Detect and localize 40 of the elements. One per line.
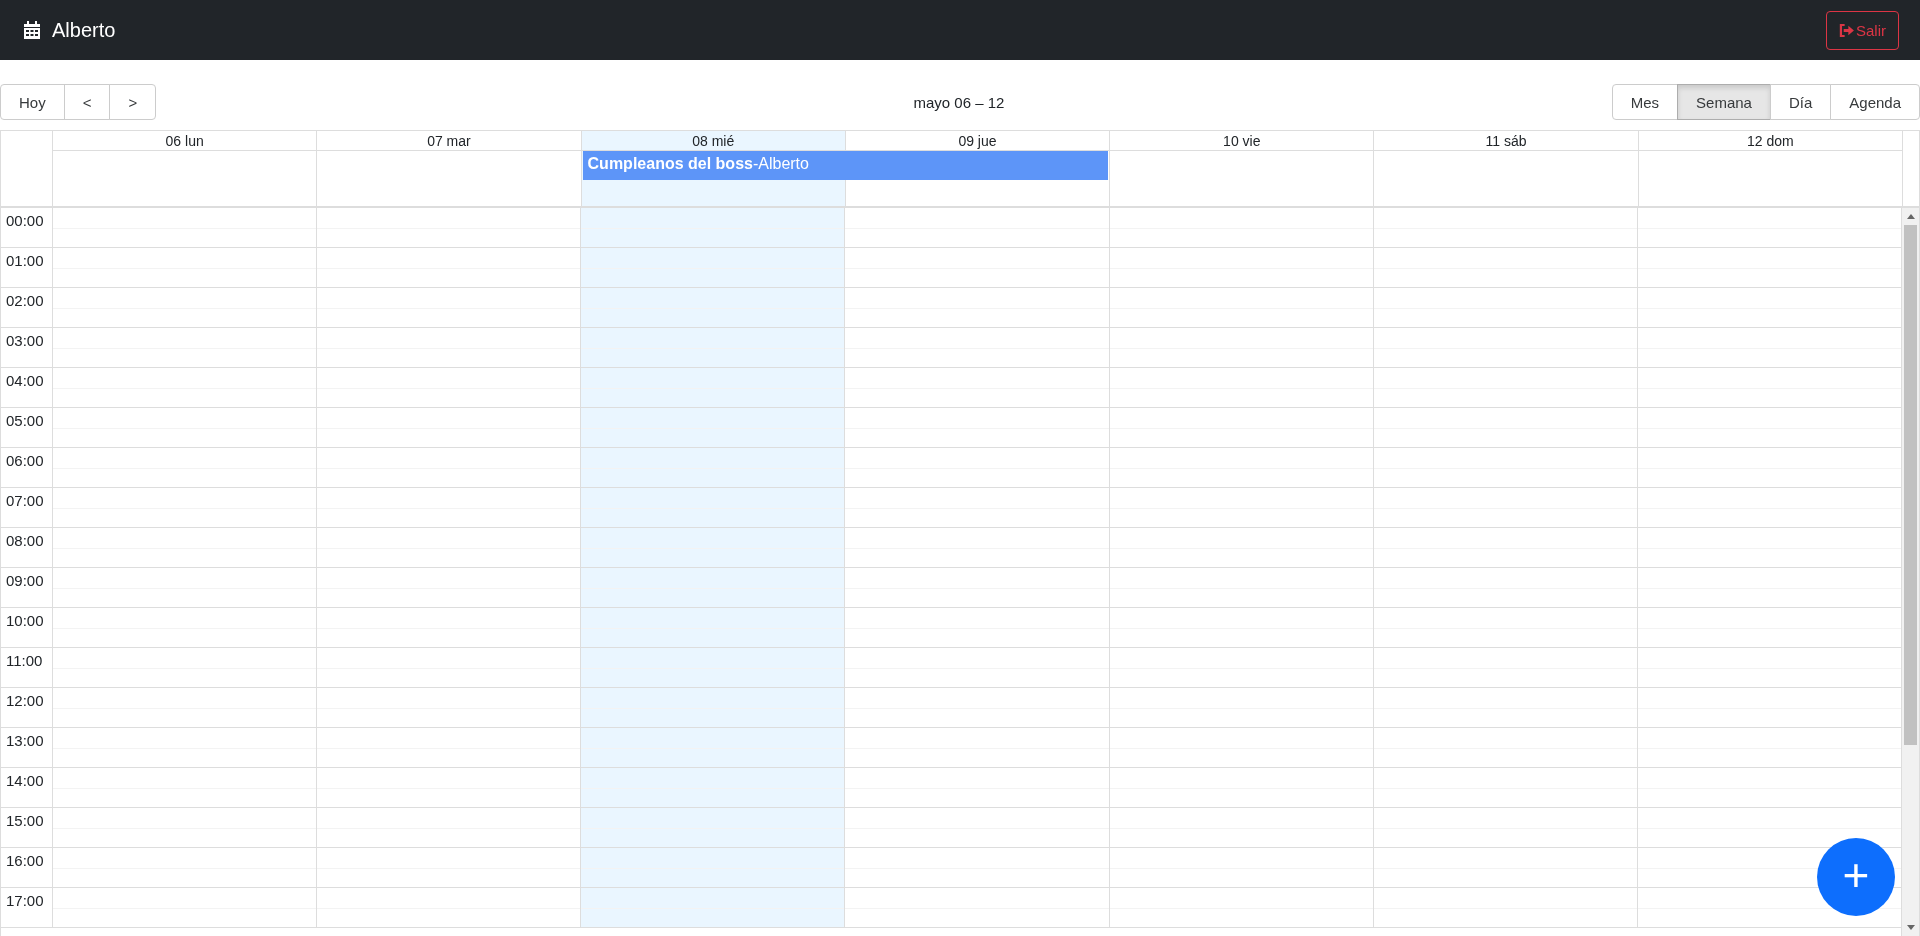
- navigation-button[interactable]: <: [63, 84, 111, 120]
- logout-icon: [1839, 23, 1854, 37]
- time-label: 08:00: [5, 531, 45, 551]
- add-event-button[interactable]: +: [1817, 838, 1895, 916]
- time-label: 16:00: [5, 851, 45, 871]
- time-label: 10:00: [5, 611, 45, 631]
- day-header: 07 mar: [316, 131, 581, 151]
- day-header: 10 vie: [1109, 131, 1374, 151]
- scroll-down-icon[interactable]: [1906, 925, 1915, 930]
- calendar-icon: [24, 21, 40, 39]
- view-tab[interactable]: Mes: [1611, 84, 1679, 120]
- view-tab[interactable]: Día: [1769, 84, 1832, 120]
- time-label: 07:00: [5, 491, 45, 511]
- view-tab[interactable]: Semana: [1677, 84, 1771, 120]
- time-label: 06:00: [5, 451, 45, 471]
- time-label: 05:00: [5, 411, 45, 431]
- user-name: Alberto: [52, 18, 116, 42]
- navigation-button[interactable]: >: [109, 84, 157, 120]
- time-label: 13:00: [5, 731, 45, 751]
- time-label: 12:00: [5, 691, 45, 711]
- time-label: 09:00: [5, 571, 45, 591]
- time-label: 01:00: [5, 251, 45, 271]
- view-tab[interactable]: Agenda: [1830, 84, 1920, 120]
- day-header: 12 dom: [1637, 131, 1902, 151]
- time-label: 04:00: [5, 371, 45, 391]
- date-range-label: mayo 06 – 12: [913, 93, 1005, 111]
- time-label: 00:00: [5, 211, 45, 231]
- day-header: 11 sáb: [1373, 131, 1638, 151]
- day-header: 08 mié: [580, 131, 845, 151]
- time-label: 17:00: [5, 891, 45, 911]
- time-label: 11:00: [5, 651, 44, 671]
- navigation-button[interactable]: Hoy: [0, 84, 65, 120]
- scroll-up-icon[interactable]: [1906, 214, 1915, 219]
- time-label: 03:00: [5, 331, 45, 351]
- time-label: 15:00: [5, 811, 45, 831]
- time-label: 14:00: [5, 771, 45, 791]
- time-label: 02:00: [5, 291, 45, 311]
- scrollbar-thumb[interactable]: [1904, 225, 1917, 745]
- day-header: 06 lun: [52, 131, 317, 151]
- scrollbar[interactable]: [1901, 208, 1919, 936]
